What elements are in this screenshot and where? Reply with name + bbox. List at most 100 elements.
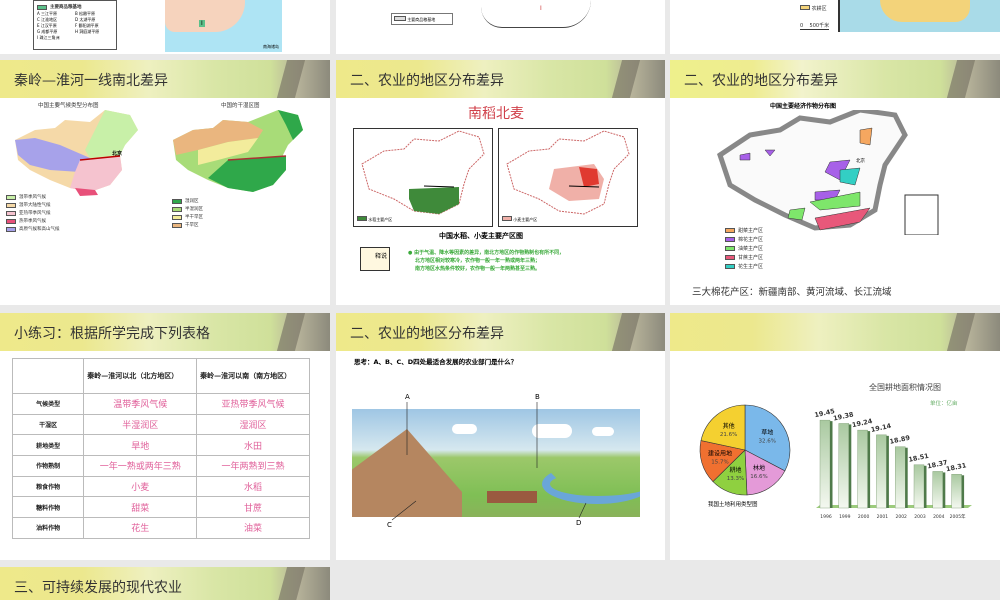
x-tick-label: 1999 xyxy=(839,514,851,520)
answer-cell[interactable]: 旱地 xyxy=(83,434,198,457)
table-row: 耕地类型 旱地 水田 xyxy=(11,434,310,457)
bar-side xyxy=(848,424,852,508)
answer-cell[interactable]: 亚热带季风气候 xyxy=(196,393,310,415)
slide-thumbnail-2[interactable]: 主要商品粮基地 I xyxy=(336,0,665,54)
answer-cell[interactable]: 半湿润区 xyxy=(83,413,198,436)
x-tick-label: 2003 xyxy=(914,514,926,520)
bar-side xyxy=(942,472,946,508)
crops-map xyxy=(717,110,939,235)
pie-slice-label: 林地 xyxy=(753,464,765,472)
table-row: 干湿区 半湿润区 湿润区 xyxy=(11,413,310,436)
row-label: 糖料作物 xyxy=(11,496,85,519)
legend-swatch xyxy=(172,222,182,228)
x-tick-label: 1996 xyxy=(820,514,832,520)
answer-cell[interactable]: 花生 xyxy=(83,517,198,539)
inset-label: 南海诸岛 xyxy=(263,44,279,49)
legend-box: 主要商品粮基地 xyxy=(391,13,453,25)
slide-thumbnail-4[interactable]: 秦岭—淮河一线南北差异 中国主要气候类型分布图 中国的干湿区图 北京 温带季风气… xyxy=(0,60,330,305)
answer-cell[interactable]: 一年一熟或两年三熟 xyxy=(83,455,198,477)
x-tick-label: 2002 xyxy=(895,514,907,520)
legend-swatch xyxy=(725,237,735,242)
legend-items: A 三江平原 B 松嫩平原 C 江淮地区 D 太湖平原 E 江汉平原 F 鄱阳湖平原 G 成… xyxy=(37,11,113,41)
pie-slice-value: 32.6% xyxy=(758,439,775,445)
answer-cell[interactable]: 油菜 xyxy=(196,517,310,539)
slide-thumbnail-8[interactable]: 二、农业的地区分布差异 思考：A、B、C、D四处最适合发展的农业部门是什么？ A… xyxy=(336,313,665,560)
legend-item: I 珠江三角洲 xyxy=(37,35,60,40)
answer-cell[interactable]: 小麦 xyxy=(83,475,198,498)
legend-swatch xyxy=(172,214,182,220)
pie-slice-label: 其他 xyxy=(723,422,735,430)
slide-thumbnail-7[interactable]: 小练习：根据所学完成下列表格 秦岭—淮河以北（北方地区） 秦岭—淮河以南（南方地区… xyxy=(0,313,330,560)
bar-value-label: 18.89 xyxy=(889,434,911,446)
answer-cell[interactable]: 甘蔗 xyxy=(196,496,310,519)
scale-bar: 0 500千米 xyxy=(800,23,830,30)
slide-thumbnail-5[interactable]: 二、农业的地区分布差异 南稻北麦 水稻主要产区 小麦主要产区 中国水稻、小麦主要… xyxy=(336,60,665,305)
pie-slice-value: 21.6% xyxy=(720,432,737,438)
label-leader-lines xyxy=(391,402,587,521)
map-caption: 中国主要经济作物分布图 xyxy=(770,103,837,110)
slide-thumbnail-6[interactable]: 二、农业的地区分布差异 中国主要经济作物分布图 北京 甜菜主产区 棉花主产区 油菜主… xyxy=(670,60,1000,305)
answer-cell[interactable]: 甜菜 xyxy=(83,496,198,519)
slide-thumbnail-10[interactable]: 三、可持续发展的现代农业 xyxy=(0,567,330,600)
pie-slice-label: 耕地 xyxy=(729,466,741,474)
slide-thumbnail-9[interactable]: 草地 32.6% 林地 16.6% 耕地 13.3% 建设用地 15.7% 其他 21.6% 我国… xyxy=(670,313,1000,560)
city-label: 北京 xyxy=(856,159,865,164)
legend-item: H 洞庭湖平原 xyxy=(75,29,100,34)
legend-swatch xyxy=(725,255,735,260)
legend-label: 小麦主要产区 xyxy=(513,217,538,222)
answer-cell[interactable]: 一年两熟到三熟 xyxy=(196,455,310,477)
legend-item: 半湿润区 xyxy=(172,205,203,213)
answer-cell[interactable]: 水稻 xyxy=(196,475,310,498)
row-label: 粮食作物 xyxy=(11,475,85,498)
legend-label: 水稻主要产区 xyxy=(368,217,393,222)
map-image xyxy=(838,0,1000,32)
pie-slice-label: 草地 xyxy=(761,429,773,437)
farmland-bar-chart: 全国耕地面积情况图单位：亿亩19.45199619.38199919.24200… xyxy=(814,382,972,520)
legend-item: 甜菜主产区 xyxy=(725,226,763,235)
legend-swatch xyxy=(725,228,735,233)
bar-chart-title: 全国耕地面积情况图 xyxy=(869,382,941,392)
legend-item: 湿润区 xyxy=(172,197,203,205)
city-label: 北京 xyxy=(112,151,123,157)
legend-item: 花生主产区 xyxy=(725,262,763,271)
x-tick-label: 2004 xyxy=(933,514,945,520)
pie-slice-label: 建设用地 xyxy=(708,449,732,457)
bar-side xyxy=(961,475,965,508)
answer-cell[interactable]: 湿润区 xyxy=(196,413,310,436)
comparison-table: 秦岭—淮河以北（北方地区） 秦岭—淮河以南（南方地区） 气候类型 温带季风气候 亚热带季… xyxy=(11,358,310,539)
legend-item: 亚热带季风气候 xyxy=(6,209,60,217)
legend-title: 主要商品粮基地 xyxy=(50,5,82,10)
slide-title: 二、农业的地区分布差异 xyxy=(684,73,838,89)
legend-item: 半干旱区 xyxy=(172,213,203,221)
slide-title: 三、可持续发展的现代农业 xyxy=(14,580,182,596)
map-caption: 中国水稻、小麦主要产区图 xyxy=(439,232,523,240)
x-tick-label: 2005年 xyxy=(950,513,966,520)
row-label: 作物熟制 xyxy=(11,455,85,477)
slide-thumbnail-3[interactable]: 农耕区 0 500千米 xyxy=(670,0,1000,54)
answer-cell[interactable]: 水田 xyxy=(196,434,310,457)
climate-legend: 温带季风气候 温带大陆性气候 亚热带季风气候 热带季风气候 高原气候和高山气候 xyxy=(6,193,60,233)
bar-side xyxy=(830,421,833,508)
table-header-row: 秦岭—淮河以北（北方地区） 秦岭—淮河以南（南方地区） xyxy=(11,358,310,394)
map-image xyxy=(481,0,591,28)
answer-cell[interactable]: 温带季风气候 xyxy=(83,393,198,415)
slide-thumbnail-1[interactable]: 主要商品粮基地 A 三江平原 B 松嫩平原 C 江淮地区 D 太湖平原 E 江汉平原 F … xyxy=(0,0,330,54)
slide-title: 秦岭—淮河一线南北差异 xyxy=(14,73,168,89)
slide-banner xyxy=(670,313,1000,351)
row-label: 油料作物 xyxy=(11,517,85,539)
slide-heading: 南稻北麦 xyxy=(468,106,524,122)
legend-item: 温带季风气候 xyxy=(6,193,60,201)
bar-value-label: 18.31 xyxy=(945,461,967,473)
row-label: 耕地类型 xyxy=(11,434,85,457)
legend-box: 主要商品粮基地 A 三江平原 B 松嫩平原 C 江淮地区 D 太湖平原 E 江汉平原 F … xyxy=(33,0,117,50)
legend-swatch xyxy=(6,218,16,224)
table-row: 气候类型 温带季风气候 亚热带季风气候 xyxy=(11,393,310,415)
note-line: ● 由于气温、降水等因素的差异，南北方地区的作物熟制也有所不同， xyxy=(408,250,565,256)
table-header-cell xyxy=(11,358,85,394)
legend-item: 甘蔗主产区 xyxy=(725,253,763,262)
legend-swatch xyxy=(37,4,47,10)
table-row: 油料作物 花生 油菜 xyxy=(11,517,310,539)
bar xyxy=(894,446,906,509)
table-header-cell: 秦岭—淮河以南（南方地区） xyxy=(196,358,310,394)
map-label: I xyxy=(540,5,542,12)
